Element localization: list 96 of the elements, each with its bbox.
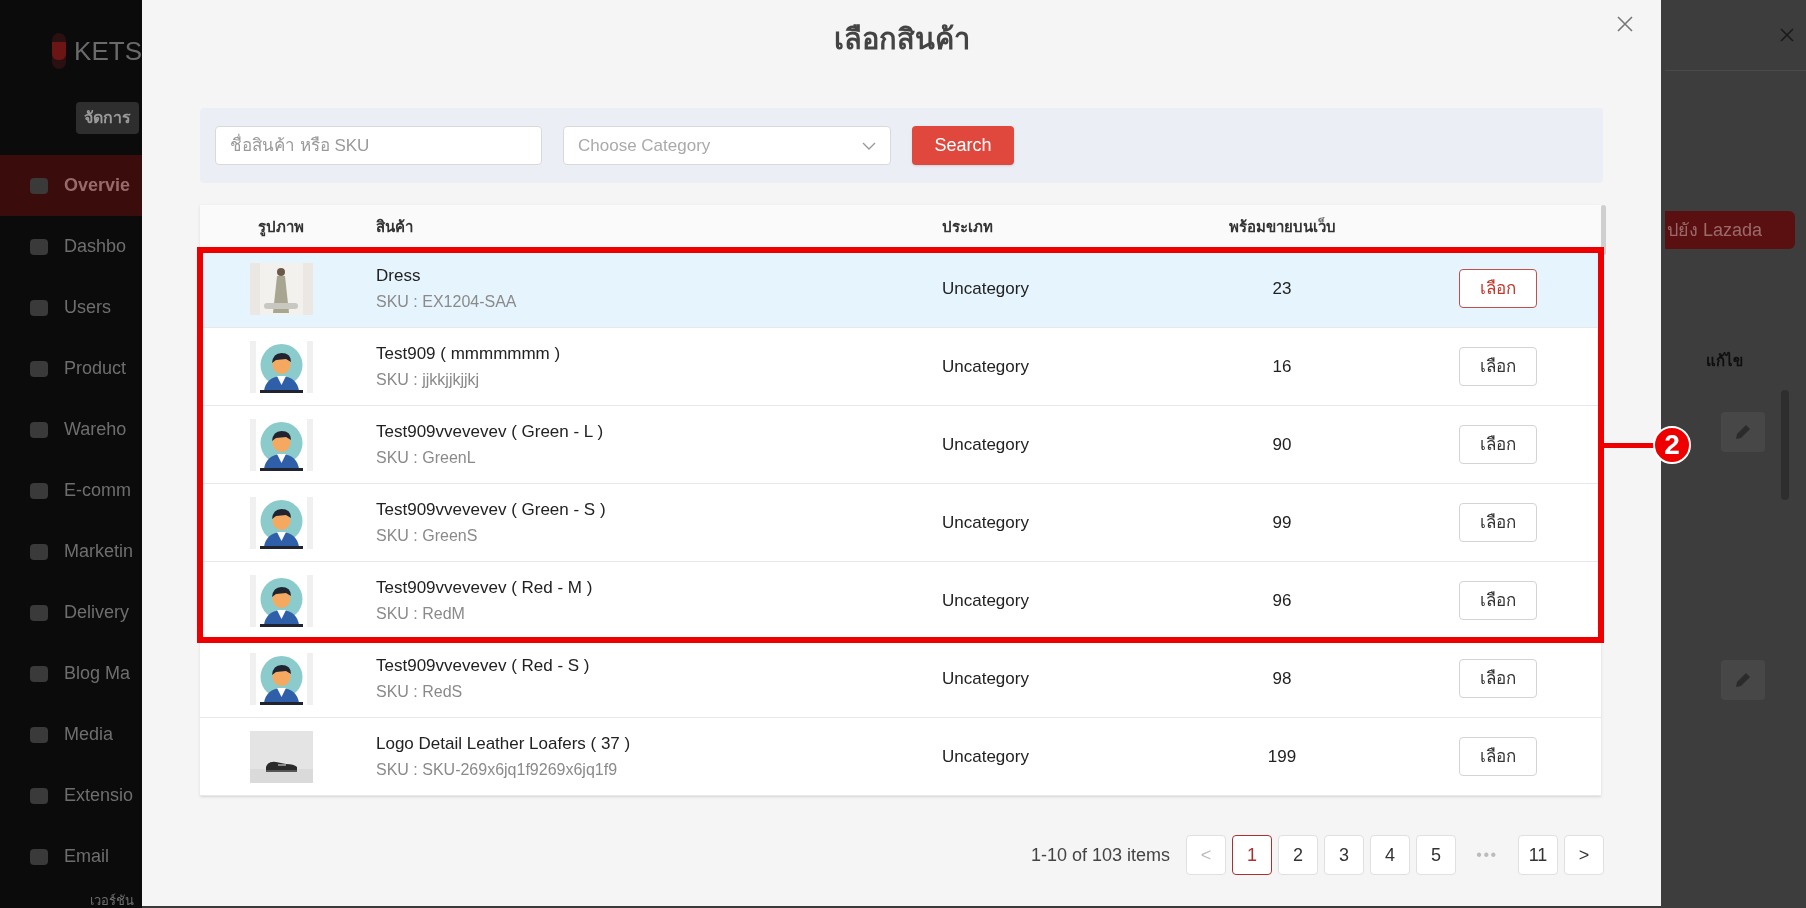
sidebar-item[interactable]: Dashbo bbox=[0, 216, 142, 277]
product-sku: SKU : SKU-269x6jq1f9269x6jq1f9 bbox=[376, 760, 619, 781]
dropdown-placeholder: Choose Category bbox=[578, 134, 711, 157]
select-button[interactable]: เลือก bbox=[1459, 269, 1537, 308]
product-name: Test909vvevevev ( Green - L ) bbox=[376, 420, 605, 443]
search-field[interactable]: ชื่อสินค้า หรือ SKU bbox=[215, 126, 542, 165]
table-row[interactable]: Dress SKU : EX1204-SAA Uncategory 23 เลือก bbox=[200, 250, 1601, 328]
menu-item-icon bbox=[30, 848, 48, 865]
product-name: Logo Detail Leather Loafers ( 37 ) bbox=[376, 732, 632, 755]
page-button[interactable]: 1 bbox=[1232, 835, 1272, 875]
search-button[interactable]: Search bbox=[912, 126, 1014, 165]
sidebar-item[interactable]: E-comm bbox=[0, 460, 142, 521]
table-cell-text: 99 bbox=[1272, 511, 1292, 534]
product-sku: SKU : EX1204-SAA bbox=[376, 292, 518, 313]
table-cell-text: 96 bbox=[1272, 589, 1292, 612]
avatar-icon bbox=[250, 574, 313, 627]
column-header: พร้อมขายบนเว็บ bbox=[1227, 216, 1337, 237]
table-cell-text: 98 bbox=[1272, 667, 1292, 690]
product-sku: SKU : RedS bbox=[376, 682, 464, 703]
select-button[interactable]: เลือก bbox=[1459, 425, 1537, 464]
table-cell-text: 16 bbox=[1272, 355, 1292, 378]
menu-item-icon bbox=[30, 238, 48, 255]
avatar-icon bbox=[250, 652, 313, 705]
select-button[interactable]: เลือก bbox=[1459, 581, 1537, 620]
sidebar-item[interactable]: Marketin bbox=[0, 521, 142, 582]
table-cell: Uncategory bbox=[942, 356, 1029, 376]
pagination-ellipsis: ••• bbox=[1475, 845, 1499, 865]
select-button[interactable]: เลือก bbox=[1459, 737, 1537, 776]
pencil-icon bbox=[1733, 670, 1753, 690]
menu-item-icon bbox=[30, 726, 48, 743]
menu-item-icon bbox=[30, 299, 48, 316]
column-header: ประเภท bbox=[942, 216, 994, 237]
modal-title: เลือกสินค้า bbox=[833, 22, 970, 58]
product-name: Test909vvevevev ( Red - M ) bbox=[376, 576, 594, 599]
sidebar-item[interactable]: Delivery bbox=[0, 582, 142, 643]
menu-item-icon bbox=[30, 543, 48, 560]
table-cell: Uncategory bbox=[942, 434, 1029, 454]
avatar-icon bbox=[250, 496, 313, 549]
page-button[interactable]: 5 bbox=[1416, 835, 1456, 875]
menu-item-icon bbox=[30, 360, 48, 377]
sidebar-item[interactable]: Extensio bbox=[0, 765, 142, 826]
select-button[interactable]: เลือก bbox=[1459, 503, 1537, 542]
product-name: Dress bbox=[376, 264, 422, 287]
page-button[interactable]: 11 bbox=[1518, 835, 1558, 875]
column-header: รูปภาพ bbox=[257, 216, 305, 239]
menu-item-icon bbox=[30, 787, 48, 804]
page-button[interactable]: 2 bbox=[1278, 835, 1318, 875]
column-header: สินค้า bbox=[375, 216, 414, 237]
select-button[interactable]: เลือก bbox=[1459, 659, 1537, 698]
table-cell-text: 23 bbox=[1272, 277, 1292, 300]
avatar-icon bbox=[250, 340, 313, 393]
sidebar-item[interactable]: Wareho bbox=[0, 399, 142, 460]
scrollbar[interactable] bbox=[1601, 205, 1606, 255]
edit-button[interactable] bbox=[1721, 412, 1765, 452]
pagination-summary: 1-10 of 103 items bbox=[1030, 843, 1170, 867]
version-text: เวอร์ชัน bbox=[89, 892, 135, 908]
sidebar-item[interactable]: Users bbox=[0, 277, 142, 338]
sidebar-item[interactable]: Overvie bbox=[0, 155, 142, 216]
table-cell: Uncategory bbox=[942, 746, 1029, 766]
sidebar-item[interactable]: Email bbox=[0, 826, 142, 887]
product-name: Test909 ( mmmmmmm ) bbox=[376, 342, 562, 365]
chevron-down-icon bbox=[862, 141, 876, 150]
callout-badge: 2 bbox=[1653, 426, 1691, 464]
product-sku: SKU : jjkkjjkjjkj bbox=[376, 370, 481, 391]
next-page-button[interactable]: > bbox=[1564, 835, 1604, 875]
manage-badge: จัดการ bbox=[76, 101, 139, 134]
page-button[interactable]: 4 bbox=[1370, 835, 1410, 875]
menu-item-icon bbox=[30, 604, 48, 621]
product-sku: SKU : RedM bbox=[376, 604, 466, 625]
menu-item-icon bbox=[30, 665, 48, 682]
table-cell: Uncategory bbox=[942, 512, 1029, 532]
menu-item-icon bbox=[30, 421, 48, 438]
sidebar-item[interactable]: Blog Ma bbox=[0, 643, 142, 704]
menu-item-icon bbox=[30, 482, 48, 499]
product-name: Test909vvevevev ( Green - S ) bbox=[376, 498, 607, 521]
avatar-icon bbox=[250, 418, 313, 471]
table-cell: Uncategory bbox=[942, 668, 1029, 688]
product-sku: SKU : GreenL bbox=[376, 448, 477, 469]
logo-text: KETS bbox=[74, 34, 142, 68]
table-cell-text: 90 bbox=[1272, 433, 1292, 456]
edit-button[interactable] bbox=[1721, 660, 1765, 700]
table-cell: Uncategory bbox=[942, 278, 1029, 298]
pencil-icon bbox=[1733, 422, 1753, 442]
table-cell: Uncategory bbox=[942, 590, 1029, 610]
table-row[interactable]: Test909vvevevev ( Red - S ) SKU : RedS Uncategory 98 เลือก bbox=[200, 640, 1601, 718]
sidebar-item[interactable]: Product bbox=[0, 338, 142, 399]
page-button[interactable]: 3 bbox=[1324, 835, 1364, 875]
table-cell-text: 199 bbox=[1267, 745, 1297, 768]
table-row[interactable]: Logo Detail Leather Loafers ( 37 ) SKU : SKU-269x6jq1f9269x6jq1f9 Uncategory 199 เลือก bbox=[200, 718, 1601, 796]
product-sku: SKU : GreenS bbox=[376, 526, 479, 547]
sidebar-item[interactable]: Media bbox=[0, 704, 142, 765]
product-name: Test909vvevevev ( Red - S ) bbox=[376, 654, 591, 677]
close-icon[interactable] bbox=[1780, 28, 1794, 42]
logo-icon bbox=[52, 33, 67, 69]
select-button[interactable]: เลือก bbox=[1459, 347, 1537, 386]
close-icon[interactable] bbox=[1617, 16, 1633, 32]
